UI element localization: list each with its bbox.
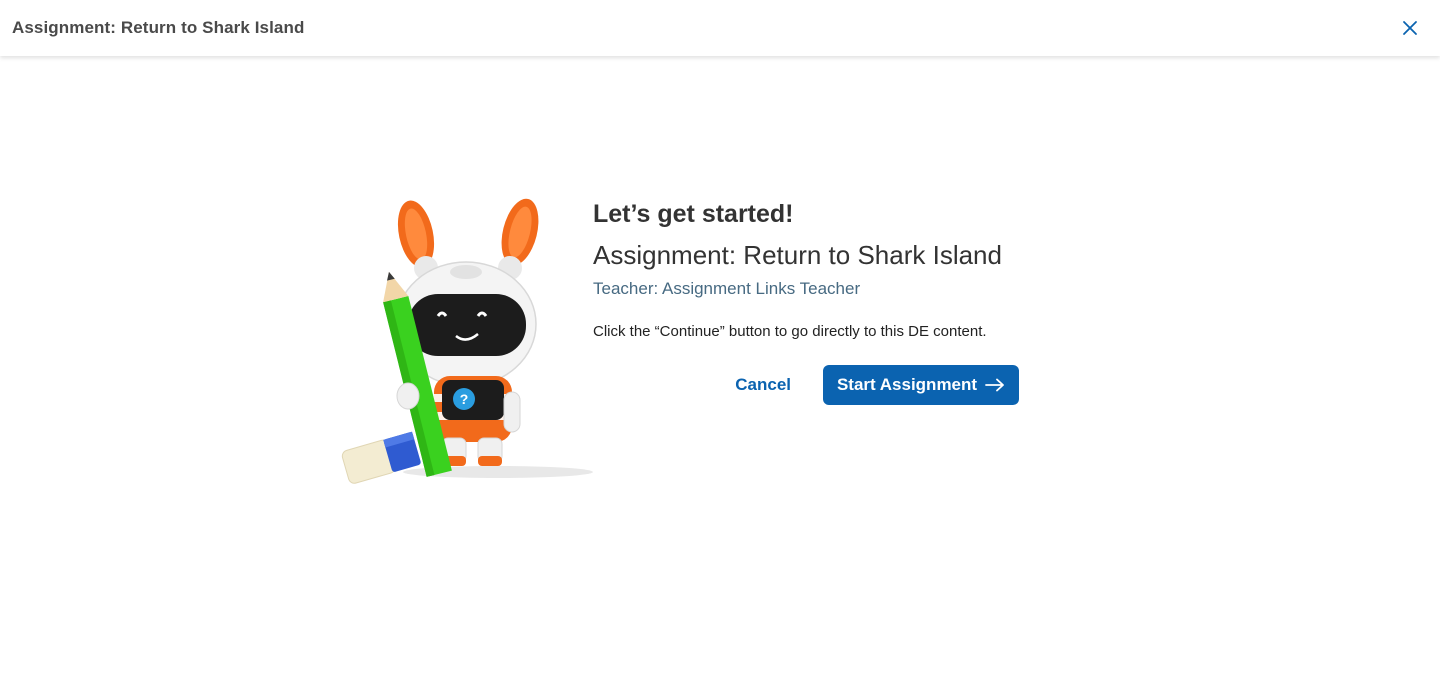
- close-button[interactable]: [1394, 12, 1426, 44]
- robot-bunny-mascot-icon: ?: [341, 198, 593, 484]
- start-assignment-label: Start Assignment: [836, 375, 978, 394]
- welcome-heading: Let’s get started!: [593, 200, 794, 228]
- assignment-title: Assignment: Return to Shark Island: [593, 240, 1002, 270]
- assignment-panel: Let’s get started! Assignment: Return to…: [593, 196, 1023, 405]
- action-bar: Cancel Start Assignment: [593, 365, 1019, 405]
- header-title: Assignment: Return to Shark Island: [12, 18, 305, 37]
- close-icon: [1403, 21, 1417, 35]
- cancel-button[interactable]: Cancel: [735, 367, 791, 403]
- start-assignment-button[interactable]: Start Assignment: [823, 365, 1019, 405]
- instructions-text: Click the “Continue” button to go direct…: [593, 323, 987, 340]
- teacher-name: Teacher: Assignment Links Teacher: [593, 279, 861, 298]
- header-bar: Assignment: Return to Shark Island: [0, 0, 1440, 56]
- svg-text:?: ?: [460, 391, 469, 407]
- main-content: ? Let’s get started! Assignment: Return …: [0, 56, 1440, 690]
- arrow-right-icon: [985, 378, 1005, 392]
- mascot-illustration: ?: [338, 196, 596, 492]
